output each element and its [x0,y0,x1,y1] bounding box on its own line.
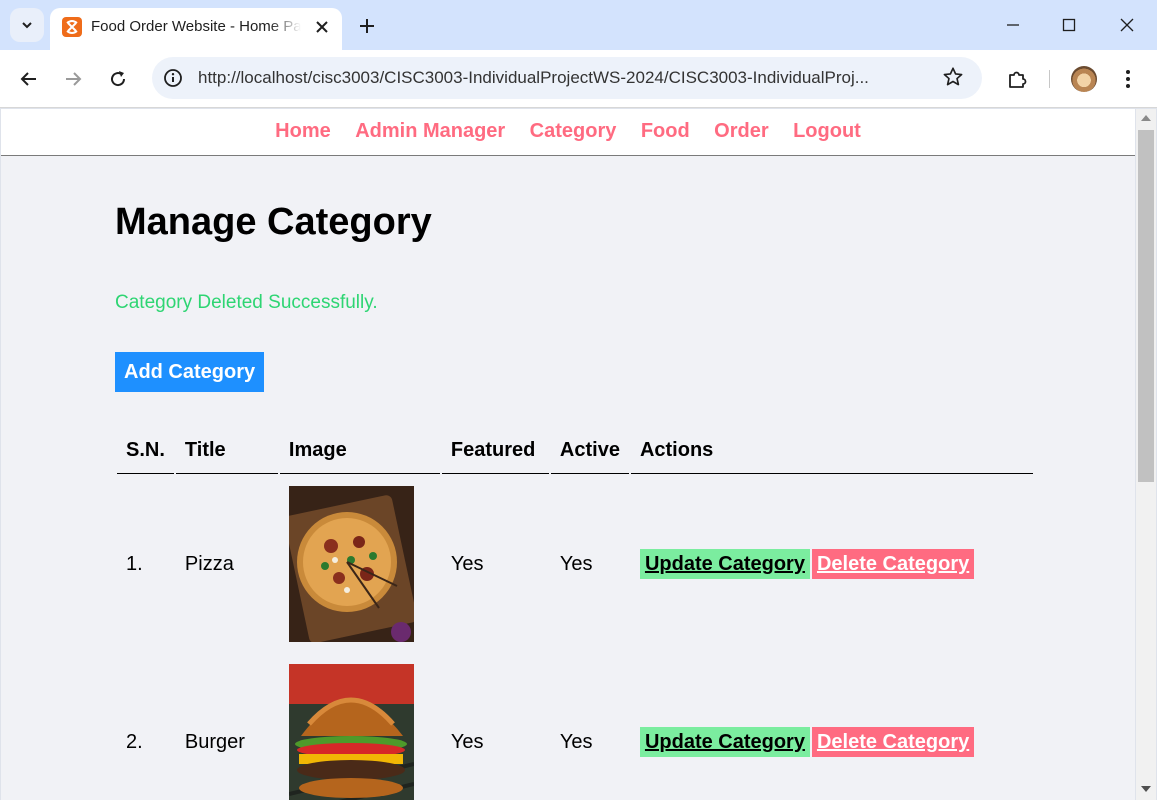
category-table: S.N. Title Image Featured Active Actions… [115,426,1035,800]
tab-search-button[interactable] [10,8,44,42]
scroll-up-arrow-icon[interactable] [1141,115,1151,121]
nav-home[interactable]: Home [275,109,331,153]
xampp-favicon-icon [62,17,82,37]
nav-admin-manager[interactable]: Admin Manager [355,109,505,153]
table-header-row: S.N. Title Image Featured Active Actions [117,428,1033,474]
cell-featured: Yes [450,552,484,575]
profile-avatar[interactable] [1071,66,1097,92]
success-message: Category Deleted Successfully. [115,292,378,313]
nav-logout[interactable]: Logout [793,109,861,153]
header-actions: Actions [630,428,1033,474]
browser-toolbar: http://localhost/cisc3003/CISC3003-Indiv… [0,50,1157,108]
cell-title: Pizza [184,552,234,575]
main-menu: Home Admin Manager Category Food Order L… [1,109,1135,156]
header-image: Image [279,428,440,474]
new-tab-plus-icon[interactable] [355,14,379,38]
table-row: 1. Pizza Yes Yes Update Category Delete … [117,476,1033,652]
maximize-icon[interactable] [1057,13,1081,37]
tab-title: Food Order Website - Home Page [91,18,301,35]
toolbar-divider [1049,70,1050,88]
active-tab[interactable]: Food Order Website - Home Page [50,8,342,50]
window-close-icon[interactable] [1115,13,1139,37]
cell-active: Yes [559,730,593,753]
cell-actions: Update Category Delete Category [631,654,1033,800]
delete-category-button[interactable]: Delete Category [811,727,975,757]
header-featured: Featured [441,428,549,474]
nav-category[interactable]: Category [530,109,617,153]
cell-title: Burger [184,730,245,753]
cell-image [280,654,440,800]
reload-icon[interactable] [104,65,132,93]
minimize-icon[interactable] [1001,13,1025,37]
scroll-down-arrow-icon[interactable] [1141,786,1151,792]
scroll-thumb[interactable] [1138,130,1154,482]
add-category-button[interactable]: Add Category [115,352,265,392]
nav-food[interactable]: Food [641,109,690,153]
vertical-scrollbar[interactable] [1136,109,1156,800]
page-viewport: Home Admin Manager Category Food Order L… [1,109,1135,800]
url-text[interactable]: http://localhost/cisc3003/CISC3003-Indiv… [198,67,938,89]
nav-order[interactable]: Order [714,109,768,153]
cell-image [280,476,440,652]
delete-category-button[interactable]: Delete Category [811,549,975,579]
chevron-down-icon [22,22,32,29]
header-sn: S.N. [117,428,174,474]
more-menu-icon[interactable] [1114,65,1142,93]
cell-featured: Yes [450,730,484,753]
burger-image [288,664,414,800]
address-bar[interactable]: http://localhost/cisc3003/CISC3003-Indiv… [152,57,982,99]
header-active: Active [550,428,629,474]
update-category-button[interactable]: Update Category [639,727,810,757]
update-category-button[interactable]: Update Category [639,549,810,579]
back-arrow-icon[interactable] [15,65,43,93]
tab-close-icon[interactable] [312,17,332,37]
forward-arrow-icon[interactable] [59,65,87,93]
pizza-image [288,486,414,642]
bookmark-star-icon[interactable] [942,66,966,90]
page-title: Manage Category [115,201,432,243]
cell-active: Yes [559,552,593,575]
site-info-icon[interactable] [163,68,183,88]
cell-actions: Update Category Delete Category [631,476,1033,652]
header-title: Title [175,428,278,474]
cell-sn: 2. [126,730,143,753]
extensions-puzzle-icon[interactable] [1003,65,1031,93]
table-row: 2. Burger Yes Yes Update Category Delete… [117,654,1033,800]
browser-tabstrip: Food Order Website - Home Page [0,0,1157,50]
cell-sn: 1. [126,552,143,575]
